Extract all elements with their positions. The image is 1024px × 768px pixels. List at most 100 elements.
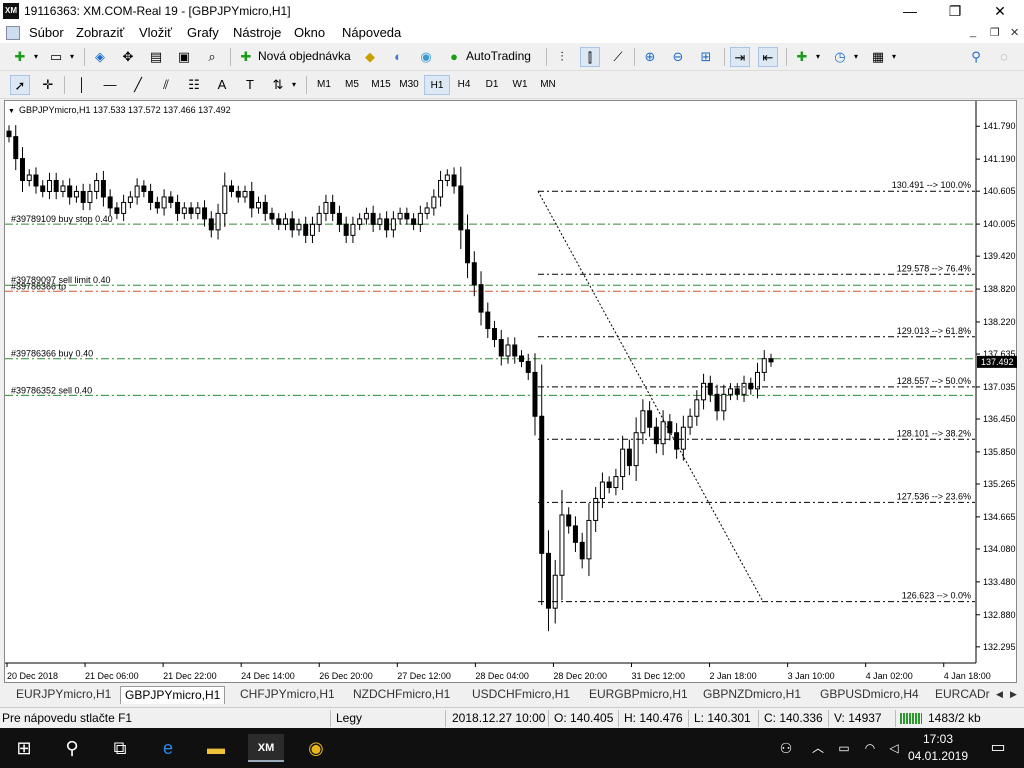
line-chart-button[interactable]: ⟋: [608, 47, 628, 67]
data-window-button[interactable]: ✥: [118, 47, 138, 67]
navigator-button[interactable]: ▤: [146, 47, 166, 67]
close-button[interactable]: ✕: [977, 0, 1023, 23]
menu-tools[interactable]: Nástroje: [233, 25, 281, 40]
mdi-close-button[interactable]: ✕: [1010, 26, 1019, 39]
text-label-button[interactable]: T: [240, 75, 260, 95]
menu-view[interactable]: Zobraziť: [76, 25, 124, 40]
new-order-button[interactable]: Nová objednávka: [258, 49, 351, 63]
timeframe-h1[interactable]: H1: [424, 75, 450, 95]
menu-charts[interactable]: Grafy: [187, 25, 219, 40]
chart-window[interactable]: #39789109 buy stop 0.40 #39789097 sell li…: [4, 100, 1017, 683]
text-tool-button[interactable]: A: [212, 75, 232, 95]
minimize-button[interactable]: —: [887, 0, 933, 23]
templates-dropdown-icon[interactable]: ▾: [884, 47, 904, 67]
people-icon[interactable]: ⚇: [768, 734, 804, 762]
chart-shift-button[interactable]: ⇤: [758, 47, 778, 67]
clock-date[interactable]: 04.01.2019: [906, 749, 970, 763]
tab-eurgbp[interactable]: EURGBPmicro,H1: [585, 686, 692, 704]
fibonacci-button[interactable]: ☷: [184, 75, 204, 95]
autotrading-button[interactable]: AutoTrading: [466, 49, 531, 63]
tab-usdchf[interactable]: USDCHFmicro,H1: [468, 686, 574, 704]
equidistant-channel-button[interactable]: ⫽: [156, 75, 176, 95]
indicators-dropdown-icon[interactable]: ▾: [808, 47, 828, 67]
menu-file[interactable]: Súbor: [29, 25, 64, 40]
tab-gbpnzd[interactable]: GBPNZDmicro,H1: [699, 686, 805, 704]
arrows-dropdown-icon[interactable]: ▾: [284, 75, 304, 95]
fibonacci-trendline[interactable]: [537, 190, 764, 602]
candle-body: [107, 196, 113, 209]
tab-gbpusd[interactable]: GBPUSDmicro,H4: [816, 686, 923, 704]
new-order-icon[interactable]: ✚: [236, 47, 256, 67]
bar-chart-button[interactable]: ⫶: [552, 47, 572, 67]
timeframe-m30[interactable]: M30: [395, 75, 423, 95]
candle-body: [768, 358, 774, 363]
trendline-button[interactable]: ╱: [128, 75, 148, 95]
strategy-tester-button[interactable]: ⌕: [202, 47, 222, 67]
menu-insert[interactable]: Vložiť: [139, 25, 172, 40]
candle-body: [87, 190, 93, 203]
task-view-icon[interactable]: ⧉: [102, 734, 138, 762]
cursor-tool-button[interactable]: ➚: [10, 75, 30, 95]
search-icon[interactable]: ⚲: [54, 734, 90, 762]
menu-help[interactable]: Nápoveda: [342, 25, 401, 40]
search-icon[interactable]: ⚲: [966, 47, 986, 67]
volume-icon[interactable]: ◁: [882, 734, 906, 762]
y-tick-label: 132.295: [983, 642, 1016, 652]
market-button[interactable]: ◉: [416, 47, 436, 67]
market-watch-button[interactable]: ◈: [90, 47, 110, 67]
signals-button[interactable]: ◐: [388, 47, 408, 67]
chart-collapse-icon[interactable]: ▼: [8, 108, 15, 115]
timeframe-h4[interactable]: H4: [451, 75, 477, 95]
xm-app-icon[interactable]: XM: [248, 734, 284, 762]
mdi-minimize-button[interactable]: _: [970, 26, 976, 38]
status-bar: Pre nápovedu stlačte F1 Legy 2018.12.27 …: [0, 707, 1024, 728]
maximize-button[interactable]: ❐: [932, 0, 978, 23]
edge-icon[interactable]: e: [150, 734, 186, 762]
x-tick-label: 31 Dec 12:00: [631, 671, 685, 681]
chrome-icon[interactable]: ◉: [298, 734, 334, 762]
windows-start-icon[interactable]: ⊞: [6, 734, 42, 762]
crosshair-tool-button[interactable]: ✛: [38, 75, 58, 95]
mdi-restore-button[interactable]: ❐: [990, 26, 1000, 39]
periods-dropdown-icon[interactable]: ▾: [846, 47, 866, 67]
timeframe-d1[interactable]: D1: [479, 75, 505, 95]
zoom-out-button[interactable]: ⊖: [668, 47, 688, 67]
tab-gbpjpy[interactable]: GBPJPYmicro,H1: [120, 686, 226, 704]
zoom-in-button[interactable]: ⊕: [640, 47, 660, 67]
terminal-button[interactable]: ▣: [174, 47, 194, 67]
timeframe-mn[interactable]: MN: [535, 75, 561, 95]
candle-body: [40, 185, 46, 192]
clock-time[interactable]: 17:03: [910, 732, 966, 746]
tray-chevron-icon[interactable]: ︿: [806, 734, 830, 762]
menu-window[interactable]: Okno: [294, 25, 325, 40]
tab-eurcad[interactable]: EURCADr: [931, 686, 993, 704]
notifications-icon[interactable]: ▭: [980, 734, 1016, 762]
metaeditor-button[interactable]: ◆: [360, 47, 380, 67]
candle-body: [222, 185, 228, 214]
tabs-scroll-right-icon[interactable]: ▶: [1006, 686, 1021, 704]
tab-nzdchf[interactable]: NZDCHFmicro,H1: [349, 686, 454, 704]
battery-icon[interactable]: ▭: [832, 734, 856, 762]
price-chart[interactable]: #39789109 buy stop 0.40#39789097 sell li…: [5, 101, 1018, 684]
timeframe-m15[interactable]: M15: [367, 75, 395, 95]
auto-scroll-button[interactable]: ⇥: [730, 47, 750, 67]
status-separator: [895, 710, 896, 727]
chat-icon[interactable]: ◌: [994, 47, 1014, 67]
tab-chfjpy[interactable]: CHFJPYmicro,H1: [236, 686, 339, 704]
wifi-icon[interactable]: ◠: [858, 734, 882, 762]
candle-body: [647, 410, 653, 428]
timeframe-m5[interactable]: M5: [339, 75, 365, 95]
timeframe-m1[interactable]: M1: [311, 75, 337, 95]
new-chart-dropdown-icon[interactable]: ▾: [26, 47, 46, 67]
file-explorer-icon[interactable]: ▬: [198, 734, 234, 762]
tabs-scroll-left-icon[interactable]: ◀: [992, 686, 1007, 704]
profiles-dropdown-icon[interactable]: ▾: [62, 47, 82, 67]
candlestick-chart-button[interactable]: ⫿: [580, 47, 600, 67]
chart-window-icon[interactable]: [6, 26, 20, 40]
timeframe-w1[interactable]: W1: [507, 75, 533, 95]
tile-windows-button[interactable]: ⊞: [696, 47, 716, 67]
autotrading-icon[interactable]: ●: [444, 47, 464, 67]
vertical-line-button[interactable]: │: [72, 75, 92, 95]
horizontal-line-button[interactable]: —: [100, 75, 120, 95]
tab-eurjpy[interactable]: EURJPYmicro,H1: [12, 686, 115, 704]
